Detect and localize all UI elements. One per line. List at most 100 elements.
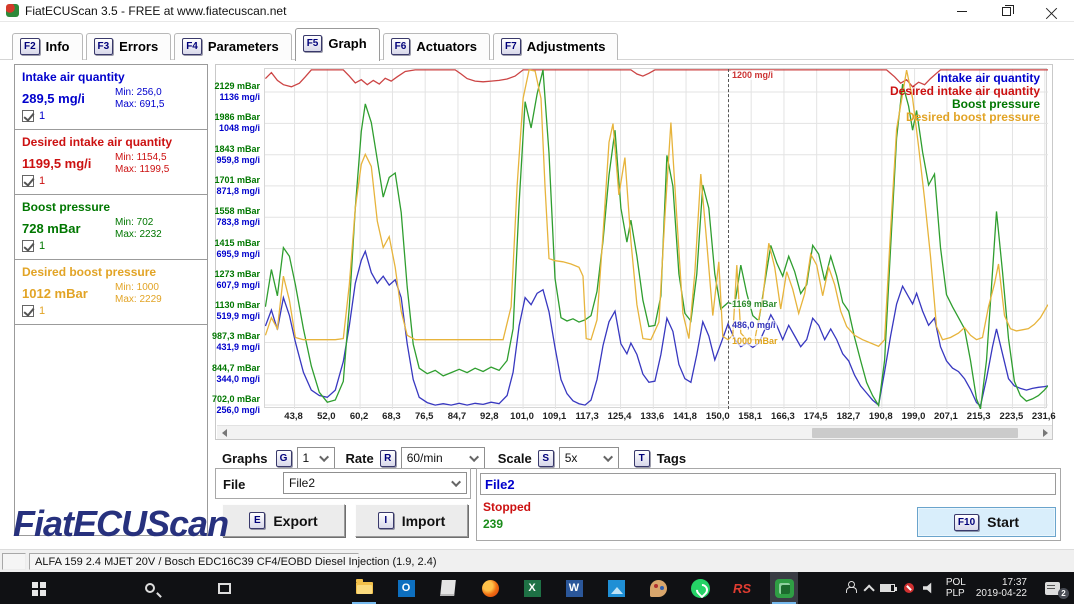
chevron-up-icon[interactable]	[863, 584, 871, 592]
graphs-label: Graphs	[222, 451, 268, 466]
battery-icon[interactable]	[880, 584, 895, 592]
graphs-select[interactable]: 1	[297, 447, 335, 469]
taskbar-icon-task-view[interactable]	[210, 572, 238, 604]
scroll-right-icon[interactable]	[1038, 426, 1052, 440]
x-tick: 223,5	[993, 411, 1029, 422]
x-tick: 215,3	[961, 411, 997, 422]
file-select[interactable]: File2	[283, 472, 467, 494]
tab-graph[interactable]: F5 Graph	[295, 28, 380, 61]
excel-icon	[524, 580, 541, 597]
firefox-icon	[482, 580, 499, 597]
window-title: FiatECUScan 3.5 - FREE at www.fiatecusca…	[25, 4, 286, 18]
status-bar: ALFA 159 2.4 MJET 20V / Bosch EDC16C39 C…	[0, 549, 1074, 572]
file-groupbox: File File2	[215, 468, 471, 499]
measure-cursor[interactable]	[728, 69, 729, 409]
cursor-value-label: 1169 mBar	[731, 299, 778, 309]
task-view-icon	[218, 583, 231, 594]
y-tick-mgi: 783,8 mg/i	[200, 217, 260, 227]
tab-info[interactable]: F2 Info	[12, 33, 83, 60]
x-tick: 158,1	[732, 411, 768, 422]
plot-area[interactable]: Intake air quantity Desired intake air q…	[264, 68, 1047, 408]
channel-checkbox[interactable]	[22, 305, 34, 317]
param-max: Max: 2232	[115, 229, 162, 241]
chart-scrollbar[interactable]	[217, 425, 1052, 439]
restore-button[interactable]	[984, 0, 1029, 22]
scale-select[interactable]: 5x	[559, 447, 619, 469]
notification-badge: 2	[1058, 588, 1069, 599]
export-keycap: E	[249, 512, 265, 529]
scale-label: Scale	[498, 451, 532, 466]
scrollbar-thumb[interactable]	[812, 428, 1018, 438]
x-tick: 101,0	[504, 411, 540, 422]
y-tick-mgi: 519,9 mg/i	[200, 311, 260, 321]
clock[interactable]: 17:37 2019-04-22	[976, 577, 1027, 599]
param-card-boost-pressure[interactable]: Boost pressure 728 mBar Min: 702 Max: 22…	[15, 195, 207, 260]
channel-checkbox[interactable]	[22, 110, 34, 122]
import-button[interactable]: I Import	[355, 504, 468, 537]
start-icon	[32, 582, 38, 588]
restore-icon	[1002, 7, 1011, 16]
rate-select[interactable]: 60/min	[401, 447, 485, 469]
taskbar-icon-fiatecuscan[interactable]	[770, 572, 798, 604]
taskbar-icon-start[interactable]	[24, 572, 52, 604]
y-tick-mgi: 344,0 mg/i	[200, 374, 260, 384]
fiatecuscan-window: FiatECUScan 3.5 - FREE at www.fiatecusca…	[0, 0, 1074, 604]
param-card-desired-intake-air[interactable]: Desired intake air quantity 1199,5 mg/i …	[15, 130, 207, 195]
scroll-left-icon[interactable]	[217, 426, 231, 440]
x-tick: 117,3	[569, 411, 605, 422]
tab-actuators[interactable]: F6 Actuators	[383, 33, 490, 60]
taskbar-icon-rs-component[interactable]	[728, 572, 756, 604]
notification-icon[interactable]: 2	[1037, 582, 1064, 595]
language-indicator[interactable]: POL PLP	[946, 577, 966, 599]
whatsapp-icon	[691, 579, 710, 598]
f3-keycap: F3	[94, 38, 114, 55]
taskbar-icon-outlook[interactable]	[392, 572, 420, 604]
volume-icon[interactable]	[923, 582, 937, 594]
tab-adjustments[interactable]: F7 Adjustments	[493, 33, 618, 60]
y-tick-mbar: 1701 mBar	[200, 175, 260, 185]
close-button[interactable]	[1029, 0, 1074, 22]
param-card-intake-air[interactable]: Intake air quantity 289,5 mg/i Min: 256,…	[15, 65, 207, 130]
x-tick: 141,8	[667, 411, 703, 422]
taskbar-icon-photos[interactable]	[602, 572, 630, 604]
tags-label: Tags	[657, 451, 686, 466]
graph-panel: 2129 mBar1136 mg/i1986 mBar1048 mg/i1843…	[215, 64, 1053, 440]
x-axis-labels: 43,852,060,268,376,584,792,8101,0109,111…	[264, 411, 1047, 424]
param-card-desired-boost-pressure[interactable]: Desired boost pressure 1012 mBar Min: 10…	[15, 260, 207, 325]
tab-parameters[interactable]: F4 Parameters	[174, 33, 292, 60]
app-icon	[6, 4, 19, 17]
status-text: Stopped	[483, 500, 531, 514]
start-button[interactable]: F10 Start	[917, 507, 1056, 537]
y-tick-mgi: 431,9 mg/i	[200, 342, 260, 352]
parameter-sidebar: Intake air quantity 289,5 mg/i Min: 256,…	[14, 64, 208, 536]
chevron-down-icon	[469, 452, 479, 462]
taskbar-icon-excel[interactable]	[518, 572, 546, 604]
taskbar-icon-word[interactable]	[560, 572, 588, 604]
session-groupbox: Stopped 239 F10 Start	[476, 468, 1061, 541]
minimize-button[interactable]	[939, 0, 984, 22]
x-tick: 84,7	[439, 411, 475, 422]
muted-icon[interactable]	[904, 583, 914, 593]
f7-keycap: F7	[501, 38, 521, 55]
channel-checkbox[interactable]	[22, 175, 34, 187]
param-max: Max: 691,5	[115, 99, 164, 111]
file-name-input[interactable]	[480, 473, 1056, 495]
tab-errors[interactable]: F3 Errors	[86, 33, 172, 60]
f10-keycap: F10	[954, 514, 979, 531]
channel-checkbox[interactable]	[22, 240, 34, 252]
taskbar-icon-onenote[interactable]	[434, 572, 462, 604]
legend-desired-boost-pressure: Desired boost pressure	[890, 111, 1040, 124]
y-tick-mbar: 1415 mBar	[200, 238, 260, 248]
taskbar-icon-search[interactable]	[136, 572, 164, 604]
people-icon[interactable]	[846, 584, 854, 592]
taskbar-icon-firefox[interactable]	[476, 572, 504, 604]
y-tick-mbar: 987,3 mBar	[200, 331, 260, 341]
taskbar-icon-paint[interactable]	[644, 572, 672, 604]
titlebar: FiatECUScan 3.5 - FREE at www.fiatecusca…	[0, 0, 1074, 22]
x-tick: 231,6	[1026, 411, 1062, 422]
taskbar-icon-whatsapp[interactable]	[686, 572, 714, 604]
x-tick: 150,0	[700, 411, 736, 422]
export-button[interactable]: E Export	[222, 504, 345, 537]
taskbar-icon-file-explorer[interactable]	[350, 572, 378, 604]
y-tick-mbar: 1558 mBar	[200, 206, 260, 216]
